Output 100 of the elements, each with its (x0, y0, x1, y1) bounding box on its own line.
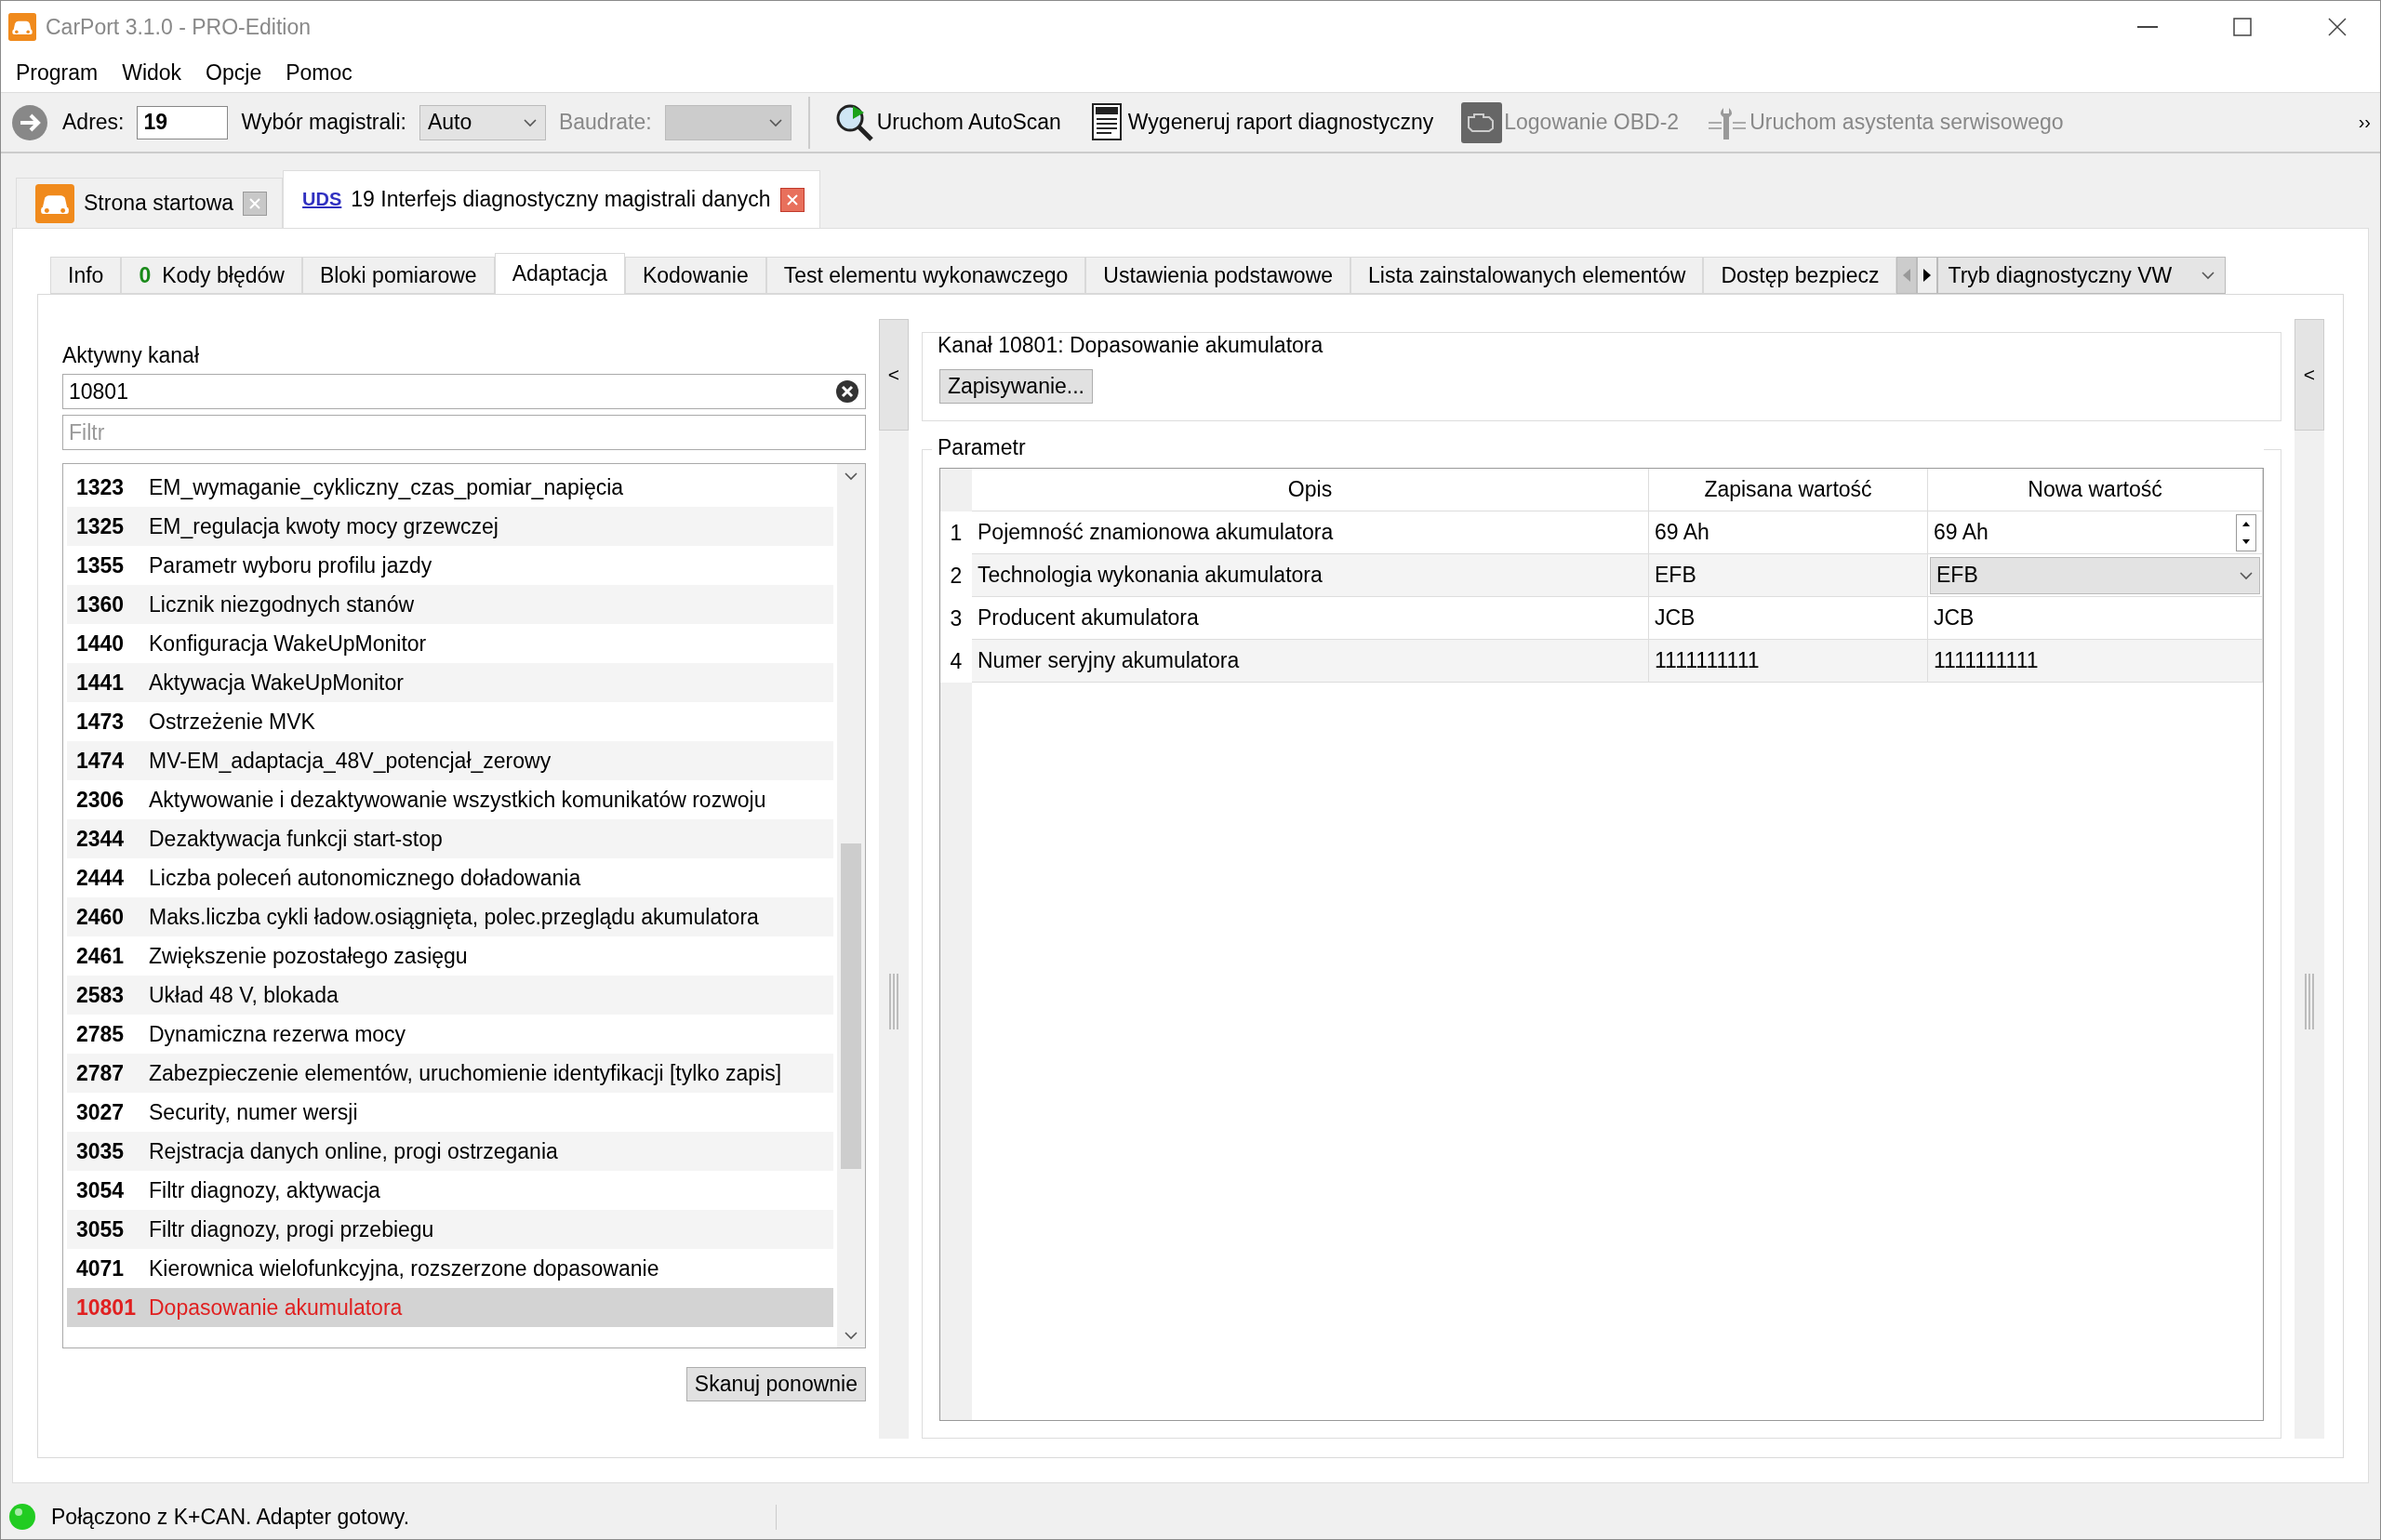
window-title: CarPort 3.1.0 - PRO-Edition (46, 14, 313, 40)
row-number: 2 (940, 554, 972, 597)
value-dropdown[interactable]: EFB (1930, 556, 2260, 594)
table-cell: Pojemność znamionowa akumulatora (972, 511, 1649, 554)
document-tab[interactable]: Strona startowa (16, 178, 284, 228)
channel-label: Aktywny kanał (62, 343, 200, 368)
column-header: Nowa wartość (1928, 469, 2263, 511)
menu-item[interactable]: Program (7, 60, 113, 86)
bus-dropdown[interactable]: Auto (419, 104, 546, 140)
value-field[interactable]: JCB (1928, 597, 2263, 640)
scroll-up-icon (844, 471, 858, 481)
save-button[interactable]: Zapisywanie... (939, 369, 1093, 404)
toolbar-button[interactable]: Wygeneruj raport diagnostyczny (1081, 101, 1442, 143)
address-label: Adres: (62, 110, 125, 135)
engine-icon (1461, 101, 1503, 143)
up-icon (2242, 521, 2250, 526)
menu-item[interactable]: Opcje (196, 60, 277, 86)
tab-close-button[interactable] (779, 187, 805, 212)
scrollbar-thumb[interactable] (841, 843, 861, 1169)
tab[interactable]: 0 Kody błędów (121, 257, 302, 294)
tab-close-button[interactable] (243, 191, 268, 216)
menu-item[interactable]: Widok (113, 60, 197, 86)
tab-label: Ustawienia podstawowe (1103, 262, 1334, 288)
table-cell: 1111111111 (1649, 640, 1928, 683)
tab[interactable]: Bloki pomiarowe (301, 257, 495, 294)
mode-dropdown[interactable]: Tryb diagnostyczny VW (1937, 257, 2227, 294)
channel-row[interactable]: 1325 EM_regulacja kwoty mocy grzewczej (67, 507, 833, 546)
chevron-down-icon (2239, 570, 2254, 580)
arrow-right-icon[interactable] (10, 102, 49, 142)
tab[interactable]: Test elementu wykonawczego (765, 257, 1086, 294)
scroll-down-icon (844, 1331, 858, 1340)
tab-title: Strona startowa (84, 191, 234, 216)
down-icon (2242, 538, 2250, 544)
tab[interactable]: Lista zainstalowanych elementów (1350, 257, 1704, 294)
row-number: 4 (940, 640, 972, 683)
row-number: 3 (940, 597, 972, 640)
document-tab[interactable]: UDS 19 Interfejs diagnostyczny magistrali danych (283, 170, 820, 228)
channel-row[interactable]: 2583 Układ 48 V, blokada (67, 976, 833, 1015)
close-icon (785, 192, 799, 206)
tab[interactable]: Dostęp bezpiecz (1703, 257, 1897, 294)
bus-label: Wybór magistrali: (241, 110, 406, 135)
channel-row[interactable]: 3055 Filtr diagnozy, progi przebiegu (67, 1210, 833, 1249)
maximize-icon (2233, 18, 2252, 36)
splitter-grip-icon[interactable] (888, 974, 899, 1029)
table-cell: Technologia wykonania akumulatora (972, 554, 1649, 597)
uds-label: UDS (302, 189, 342, 210)
value-field[interactable]: 69 Ah (1934, 520, 1989, 545)
tab[interactable]: Kodowanie (624, 257, 766, 294)
close-icon (248, 196, 262, 210)
menu-item[interactable]: Pomoc (276, 60, 367, 86)
car-icon (35, 183, 74, 223)
toolbar-button[interactable]: Uruchom AutoScan (826, 101, 1069, 143)
tab-label: Test elementu wykonawczego (783, 262, 1069, 288)
error-count: 0 (139, 262, 152, 288)
tab-label: Kody błędów (162, 262, 285, 288)
spin-buttons[interactable] (2236, 513, 2256, 551)
car-icon (8, 13, 36, 41)
channel-row[interactable]: 1441 Aktywacja WakeUpMonitor (67, 663, 833, 702)
collapse-button[interactable]: < (2295, 319, 2324, 431)
minimize-icon (2137, 26, 2158, 28)
tab-title: 19 Interfejs diagnostyczny magistrali danych (351, 187, 771, 212)
channel-row[interactable]: 1360 Licznik niezgodnych stanów (67, 585, 833, 624)
table-cell: Numer seryjny akumulatora (972, 640, 1649, 683)
channel-row[interactable]: 1474 MV-EM_adaptacja_48V_potencjał_zerowy (67, 741, 833, 780)
rescan-button[interactable]: Skanuj ponownie (685, 1367, 866, 1401)
channel-row[interactable]: 3035 Rejstracja danych online, progi ostrzegania (67, 1132, 833, 1171)
triangle-right-icon (1923, 269, 1932, 282)
tab-label: Adaptacja (512, 261, 607, 286)
table-cell: 69 Ah (1649, 511, 1928, 554)
table-cell: JCB (1649, 597, 1928, 640)
triangle-left-icon (1903, 269, 1911, 282)
tab-label: Bloki pomiarowe (319, 262, 477, 288)
tab[interactable]: Ustawienia podstawowe (1085, 257, 1351, 294)
tab-label: Info (68, 262, 104, 288)
close-icon (2328, 18, 2347, 36)
chevron-down-icon (2201, 271, 2216, 280)
table-cell: Producent akumulatora (972, 597, 1649, 640)
splitter-grip-icon[interactable] (2304, 974, 2315, 1029)
tab-label: Dostęp bezpiecz (1721, 262, 1880, 288)
tab-label: Kodowanie (642, 262, 749, 288)
channel-row[interactable]: 2344 Dezaktywacja funkcji start-stop (67, 819, 833, 858)
tab[interactable]: Info (50, 257, 122, 294)
chevron-down-icon (767, 117, 783, 127)
collapse-button[interactable]: < (879, 319, 909, 431)
tab[interactable]: Adaptacja (494, 253, 625, 294)
clear-icon[interactable] (835, 379, 859, 404)
column-header: Opis (972, 469, 1649, 511)
overflow-button[interactable]: ›› (2358, 112, 2371, 133)
value-field[interactable]: 1111111111 (1928, 640, 2263, 683)
channel-row[interactable]: 2460 Maks.liczba cykli ładow.osiągnięta, polec.przeglądu akumulatora (67, 897, 833, 936)
tab-label: Lista zainstalowanych elementów (1368, 262, 1686, 288)
table-cell: EFB (1649, 554, 1928, 597)
address-field[interactable]: 19 (137, 105, 229, 139)
column-header: Zapisana wartość (1649, 469, 1928, 511)
channel-field[interactable]: 10801 (62, 374, 866, 409)
scroll-right-button[interactable] (1917, 257, 1938, 294)
row-number: 1 (940, 511, 972, 554)
chevron-down-icon (522, 117, 538, 127)
baudrate-label: Baudrate: (558, 110, 652, 135)
channel-row[interactable]: 2787 Zabezpieczenie elementów, uruchomienie identyfikacji [tylko zapis] (67, 1054, 833, 1093)
